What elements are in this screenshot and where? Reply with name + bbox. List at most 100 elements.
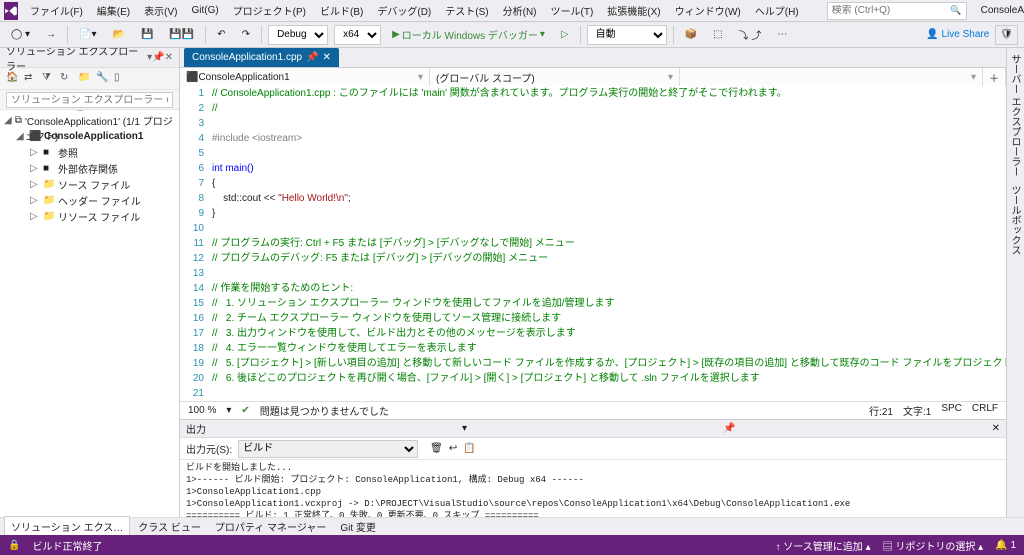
repo-select[interactable]: ▤ リポジトリの選択 ▴ [883,538,984,553]
save-button[interactable]: 💾 [136,25,158,45]
indent-mode[interactable]: SPC [941,403,962,418]
solution-tree[interactable]: ◢⧉ソリューション 'ConsoleApplication1' (1/1 プロジ… [0,110,179,517]
filter-icon[interactable]: ⧩ [42,72,56,86]
output-clear-icon[interactable]: 🗑 [430,443,443,454]
panel-title: 出力 [186,421,206,436]
panel-close-icon[interactable]: ✕ [165,52,173,63]
eol-mode[interactable]: CRLF [972,403,998,418]
nav-member-combo[interactable]: ▾ [680,68,983,86]
expand-icon[interactable]: ▷ [30,147,40,158]
menu-item[interactable]: ヘルプ(H) [749,1,805,20]
open-button[interactable]: 📂 [107,25,129,45]
config-combo[interactable]: Debug [268,25,328,45]
nav-back-button[interactable]: ◯ ▾ [6,25,35,45]
editor-area: ConsoleApplication1.cpp📌✕ ⬛ ConsoleAppli… [180,48,1006,517]
home-icon[interactable]: 🏠 [6,72,20,86]
redo-button[interactable]: ↷ [237,25,255,45]
show-all-icon[interactable]: 📁 [78,72,92,86]
live-share-button[interactable]: 👤 Live Share [926,29,989,40]
notifications-button[interactable]: 🔔 1 [995,540,1016,551]
tree-label: ConsoleApplication1 [44,131,143,142]
menu-item[interactable]: 拡張機能(X) [601,1,666,20]
menu-item[interactable]: プロジェクト(P) [227,1,312,20]
preview-icon[interactable]: ▯ [114,72,128,86]
folder-icon: ■ [43,147,55,158]
menu-item[interactable]: 表示(V) [138,1,183,20]
expand-icon[interactable]: ▷ [30,163,40,174]
solution-search [0,90,179,110]
undo-button[interactable]: ↶ [212,25,230,45]
code-editor[interactable]: 12345678910111213141516171819202122 // C… [180,86,1006,401]
menu-item[interactable]: ファイル(F) [24,1,89,20]
solution-node[interactable]: ◢⧉ソリューション 'ConsoleApplication1' (1/1 プロジ… [0,112,179,128]
tree-node[interactable]: ▷📁ソース ファイル [0,176,179,192]
menu-item[interactable]: ウィンドウ(W) [669,1,747,20]
solution-explorer-panel: ソリューション エクスプローラー ▾ 📌 ✕ 🏠 ⇄ ⧩ ↻ 📁 🔧 ▯ ◢⧉ソ… [0,48,180,517]
toolbar-misc3[interactable]: ⤵ ⤴ [734,25,767,45]
platform-combo[interactable]: x64 [334,25,381,45]
new-item-button[interactable]: 📄▾ [74,25,101,45]
tree-node[interactable]: ▷📁ヘッダー ファイル [0,192,179,208]
expand-icon[interactable]: ▷ [30,211,40,222]
toolbar-misc1[interactable]: 📦 [680,25,702,45]
lock-icon: 🔒 [8,540,20,551]
panel-close-icon[interactable]: ✕ [992,423,1000,434]
menu-item[interactable]: Git(G) [185,3,224,18]
menu-item[interactable]: 分析(N) [497,1,543,20]
panel-menu-icon[interactable]: ▾ [462,423,467,434]
output-wrap-icon[interactable]: ↩ [449,443,457,454]
expand-icon[interactable]: ▷ [30,195,40,206]
server-explorer-tab[interactable]: サーバー エクスプローラー [1009,54,1022,177]
folder-icon: ■ [43,163,55,174]
toolbar-misc2[interactable]: ⬚ [708,25,727,45]
cursor-line: 行:21 [869,403,893,418]
toolbar-misc4[interactable]: ⋯ [772,25,792,45]
collapse-icon[interactable]: ◢ [4,115,12,126]
editor-statusline: 100 % ▾ ✔ 問題は見つかりませんでした 行:21 文字:1 SPC CR… [180,401,1006,419]
pin-icon[interactable]: 📌 [723,423,735,434]
bottom-tab-git[interactable]: Git 変更 [334,517,382,536]
collapse-icon[interactable]: ◢ [16,131,26,142]
expand-icon[interactable]: ▷ [30,179,40,190]
menu-item[interactable]: ビルド(B) [314,1,369,20]
tab-pin-icon[interactable]: 📌 [306,52,318,63]
pin-icon[interactable]: 📌 [152,52,164,63]
save-all-button[interactable]: 💾💾 [164,25,199,45]
nav-add-button[interactable]: ＋ [983,68,1006,86]
code-text[interactable]: // ConsoleApplication1.cpp : このファイルには 'm… [208,86,1006,401]
menubar: ファイル(F)編集(E)表示(V)Git(G)プロジェクト(P)ビルド(B)デバ… [0,0,1024,22]
right-sidebar: サーバー エクスプローラー ツールボックス [1006,48,1024,517]
search-input[interactable] [832,5,951,16]
tab-close-icon[interactable]: ✕ [323,52,331,63]
source-control-add[interactable]: ↑ ソース管理に追加 ▴ [776,538,871,553]
start-nodebug-button[interactable]: ▷ [556,25,574,45]
sync-icon[interactable]: ↻ [60,72,74,86]
solution-search-input[interactable] [6,92,173,108]
menu-item[interactable]: ツール(T) [545,1,600,20]
bottom-tab-classview[interactable]: クラス ビュー [132,517,207,536]
properties-icon[interactable]: 🔧 [96,72,110,86]
editor-tab-active[interactable]: ConsoleApplication1.cpp📌✕ [184,48,339,67]
menu-item[interactable]: テスト(S) [439,1,494,20]
auto-combo[interactable]: 自動 [587,25,667,45]
switch-views-icon[interactable]: ⇄ [24,72,38,86]
menu-item[interactable]: 編集(E) [91,1,136,20]
tree-node[interactable]: ▷■外部依存関係 [0,160,179,176]
toolbox-tab[interactable]: ツールボックス [1009,185,1022,255]
nav-project-combo[interactable]: ⬛ ConsoleApplication1▾ [180,68,430,86]
folder-icon: 📁 [43,211,55,222]
output-text[interactable]: ビルドを開始しました... 1>------ ビルド開始: プロジェクト: Co… [180,460,1006,517]
main-toolbar: ◯ ▾ → 📄▾ 📂 💾 💾💾 ↶ ↷ Debug x64 ▶ ローカル Win… [0,22,1024,48]
nav-scope-combo[interactable]: (グローバル スコープ)▾ [430,68,680,86]
menu-item[interactable]: デバッグ(D) [371,1,437,20]
tree-node[interactable]: ▷■参照 [0,144,179,160]
quick-search[interactable]: 🔍 [827,2,967,20]
bottom-tab-solution[interactable]: ソリューション エクス… [4,516,130,537]
zoom-level[interactable]: 100 % [188,405,216,416]
start-debug-button[interactable]: ▶ ローカル Windows デバッガー ▾ [387,25,550,45]
tree-node[interactable]: ▷📁リソース ファイル [0,208,179,224]
output-source-combo[interactable]: ビルド [238,440,418,458]
nav-fwd-button[interactable]: → [41,25,61,45]
bottom-tab-propmgr[interactable]: プロパティ マネージャー [209,517,332,536]
output-goto-icon[interactable]: 📋 [463,443,475,454]
